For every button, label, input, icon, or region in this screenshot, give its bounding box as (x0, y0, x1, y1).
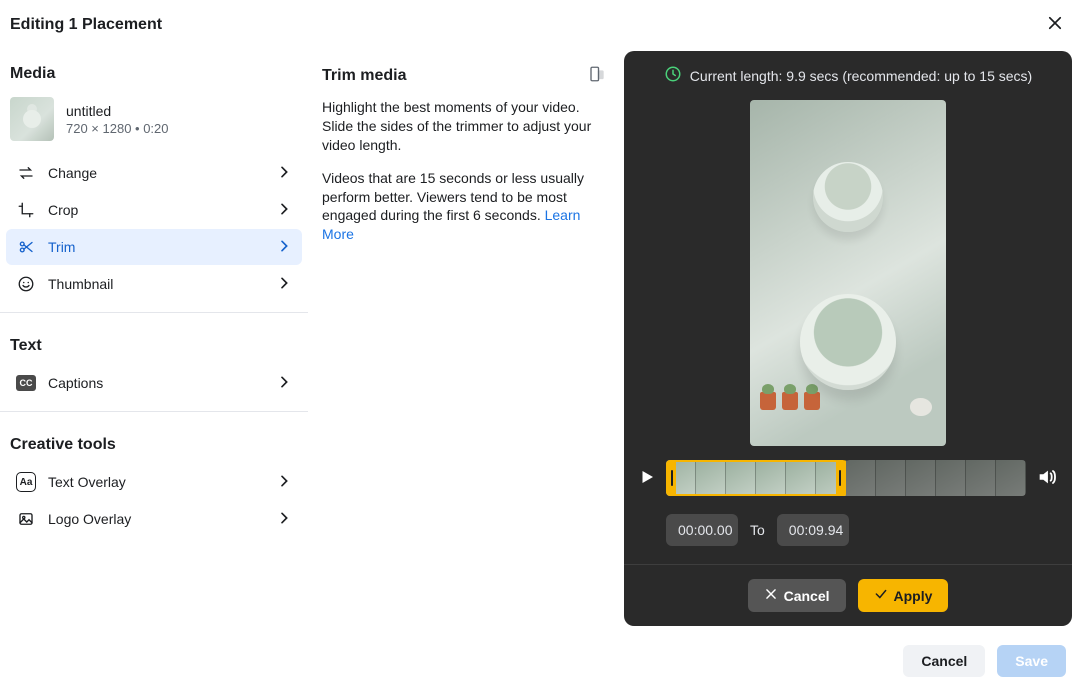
media-item: untitled 720 × 1280 • 0:20 (0, 93, 308, 155)
thumbnail-icon (16, 274, 36, 294)
chevron-right-icon (276, 164, 292, 183)
swap-icon (16, 163, 36, 183)
volume-icon (1036, 475, 1058, 491)
orientation-icon (588, 70, 606, 86)
video-preview (750, 100, 946, 446)
close-button[interactable] (1042, 10, 1068, 39)
trim-description-1: Highlight the best moments of your video… (322, 98, 606, 155)
orientation-toggle[interactable] (588, 65, 606, 86)
page-title: Editing 1 Placement (10, 16, 162, 34)
volume-button[interactable] (1036, 466, 1058, 491)
sidebar-item-label: Captions (48, 375, 276, 391)
sidebar-item-logo-overlay[interactable]: Logo Overlay (6, 501, 302, 537)
sidebar-item-label: Logo Overlay (48, 511, 276, 527)
trim-to-field[interactable]: 00:09.94 (777, 514, 849, 546)
chevron-right-icon (276, 275, 292, 294)
play-button[interactable] (638, 468, 656, 489)
text-section-title: Text (0, 323, 308, 365)
check-icon (874, 587, 888, 604)
close-icon (1046, 19, 1064, 35)
sidebar-item-thumbnail[interactable]: Thumbnail (6, 266, 302, 302)
trim-from-field[interactable]: 00:00.00 (666, 514, 738, 546)
chevron-right-icon (276, 201, 292, 220)
media-name: untitled (66, 103, 169, 119)
play-icon (638, 473, 656, 489)
preview-decoration (910, 398, 932, 416)
sidebar-item-label: Text Overlay (48, 474, 276, 490)
footer-cancel-button[interactable]: Cancel (903, 645, 985, 677)
sidebar-item-label: Change (48, 165, 276, 181)
sidebar-item-label: Thumbnail (48, 276, 276, 292)
chevron-right-icon (276, 238, 292, 257)
trim-title: Trim media (322, 67, 406, 85)
preview-panel: Current length: 9.9 secs (recommended: u… (624, 51, 1072, 626)
sidebar-item-crop[interactable]: Crop (6, 192, 302, 228)
sidebar-item-trim[interactable]: Trim (6, 229, 302, 265)
footer-save-button[interactable]: Save (997, 645, 1066, 677)
trim-timeline[interactable] (666, 460, 1026, 496)
text-overlay-icon: Aa (16, 472, 36, 492)
chevron-right-icon (276, 473, 292, 492)
to-label: To (750, 522, 765, 538)
media-section-title: Media (0, 51, 308, 93)
sidebar-item-label: Trim (48, 239, 276, 255)
preview-decoration (760, 392, 820, 410)
sidebar-item-text-overlay[interactable]: Aa Text Overlay (6, 464, 302, 500)
length-info-text: Current length: 9.9 secs (recommended: u… (690, 68, 1032, 84)
sidebar-item-change[interactable]: Change (6, 155, 302, 191)
close-icon (764, 587, 778, 604)
chevron-right-icon (276, 374, 292, 393)
crop-icon (16, 200, 36, 220)
sidebar-item-captions[interactable]: CC Captions (6, 365, 302, 401)
trim-icon (16, 237, 36, 257)
trim-cancel-button[interactable]: Cancel (748, 579, 846, 612)
sidebar-item-label: Crop (48, 202, 276, 218)
captions-icon: CC (16, 373, 36, 393)
media-dimensions: 720 × 1280 • 0:20 (66, 121, 169, 136)
chevron-right-icon (276, 510, 292, 529)
image-icon (16, 509, 36, 529)
creative-section-title: Creative tools (0, 422, 308, 464)
trim-apply-button[interactable]: Apply (858, 579, 949, 612)
clock-icon (664, 65, 682, 86)
media-thumbnail (10, 97, 54, 141)
trim-description-2: Videos that are 15 seconds or less usual… (322, 169, 606, 245)
